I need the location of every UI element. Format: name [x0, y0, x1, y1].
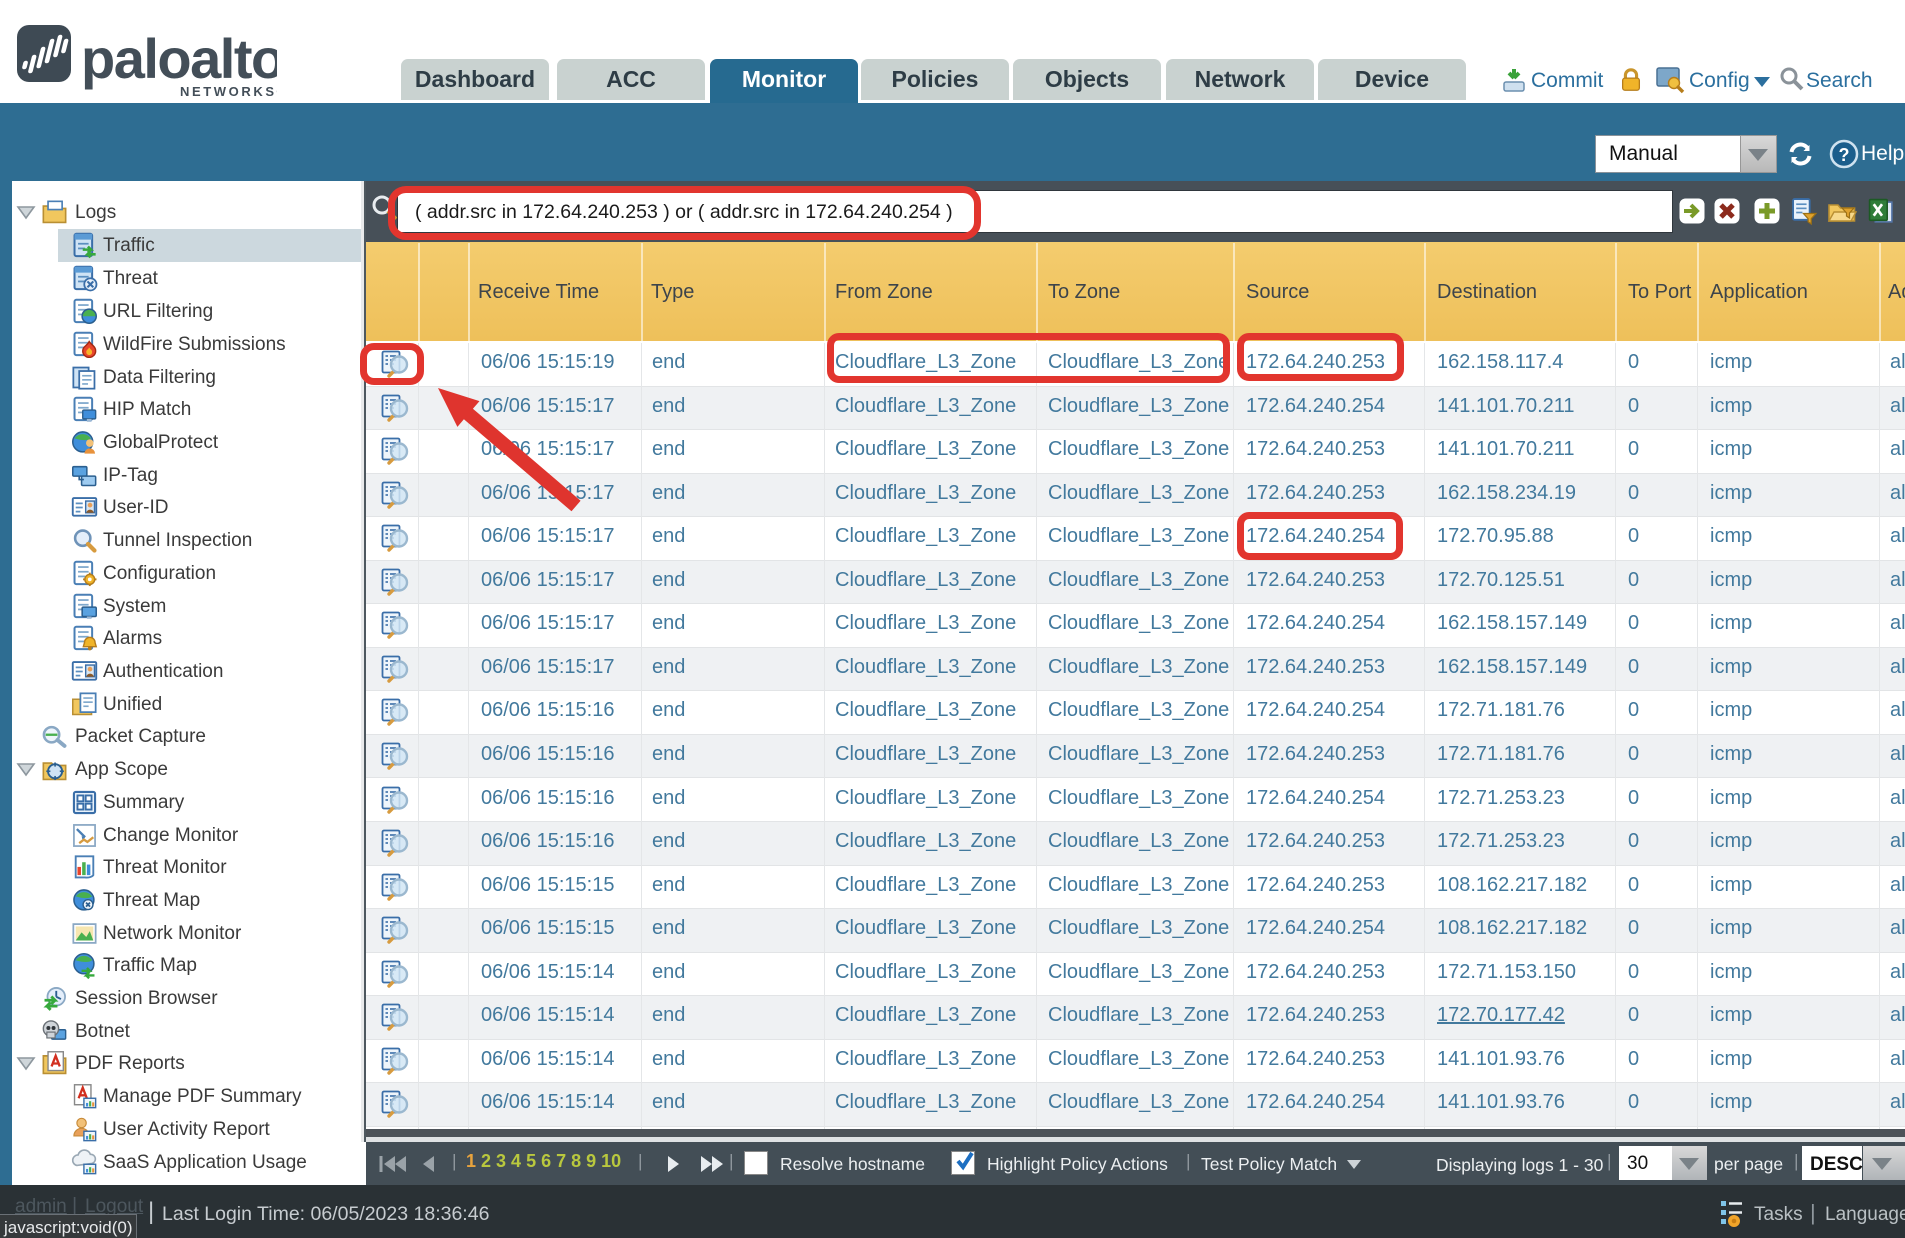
svg-text:?: ?	[1839, 145, 1850, 165]
svg-text:paloalto: paloalto	[81, 27, 277, 90]
svg-text:NETWORKS®: NETWORKS®	[180, 84, 277, 99]
